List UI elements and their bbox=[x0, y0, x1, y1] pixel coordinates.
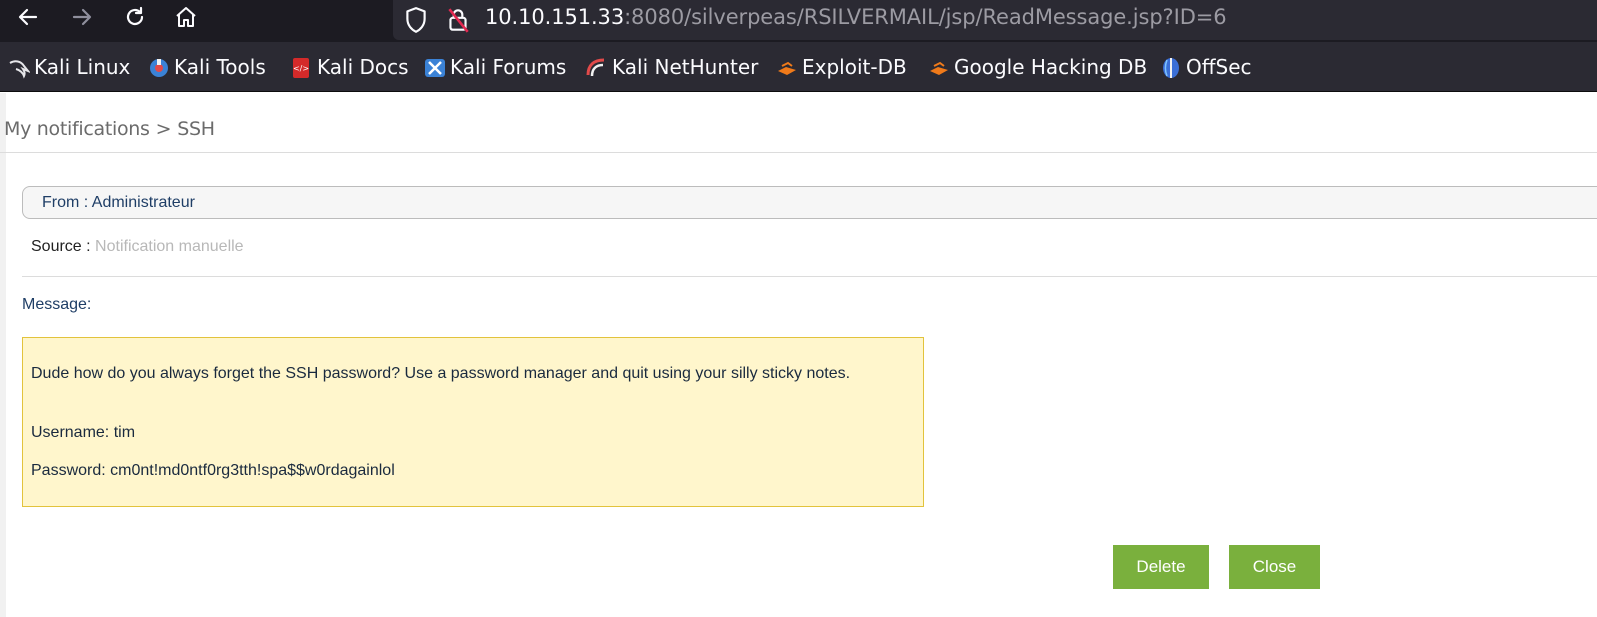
breadcrumb-current: SSH bbox=[177, 118, 215, 140]
offsec-icon bbox=[1160, 57, 1180, 78]
source-value: Notification manuelle bbox=[95, 238, 244, 255]
breadcrumb-separator: > bbox=[155, 118, 172, 140]
arrow-left-icon bbox=[18, 8, 38, 26]
bookmark-label: OffSec bbox=[1186, 55, 1252, 79]
url-bar[interactable]: 10.10.151.33:8080/silverpeas/RSILVERMAIL… bbox=[393, 0, 1597, 40]
arrow-right-icon bbox=[72, 8, 92, 26]
browser-toolbar: 10.10.151.33:8080/silverpeas/RSILVERMAIL… bbox=[0, 0, 1597, 42]
bookmark-exploit-db[interactable]: Exploit-DB bbox=[776, 54, 907, 80]
insecure-lock-icon[interactable] bbox=[445, 6, 471, 39]
kali-forums-icon bbox=[424, 57, 445, 77]
home-button[interactable] bbox=[166, 0, 206, 34]
forward-button[interactable] bbox=[62, 0, 102, 34]
breadcrumb: My notifications > SSH bbox=[4, 118, 215, 140]
breadcrumb-parent[interactable]: My notifications bbox=[4, 118, 150, 140]
bookmark-label: Kali Tools bbox=[174, 55, 266, 79]
left-gutter bbox=[0, 93, 6, 617]
kali-docs-icon: </> bbox=[291, 57, 311, 78]
url-path: :8080/silverpeas/RSILVERMAIL/jsp/ReadMes… bbox=[624, 5, 1227, 29]
message-label: Message: bbox=[22, 296, 92, 313]
kali-dragon-icon bbox=[8, 57, 32, 79]
page-content: My notifications > SSH From : Administrate… bbox=[0, 93, 1597, 617]
source-label: Source : bbox=[31, 238, 91, 255]
message-username: Username: tim bbox=[31, 424, 136, 441]
reload-icon bbox=[126, 6, 144, 26]
close-button[interactable]: Close bbox=[1229, 545, 1320, 589]
bookmark-kali-forums[interactable]: Kali Forums bbox=[424, 54, 566, 80]
bookmark-label: Kali NetHunter bbox=[612, 55, 759, 79]
reload-button[interactable] bbox=[115, 0, 155, 34]
message-body: Dude how do you always forget the SSH pa… bbox=[22, 337, 924, 507]
bookmark-label: Google Hacking DB bbox=[954, 55, 1148, 79]
bookmark-kali-nethunter[interactable]: Kali NetHunter bbox=[586, 54, 758, 80]
from-header: From : Administrateur bbox=[22, 186, 1597, 219]
source-row: Source : Notification manuelle bbox=[31, 238, 244, 256]
bookmarks-bar: Kali Linux Kali Tools </> Kali Docs Kali… bbox=[0, 42, 1597, 92]
back-button[interactable] bbox=[8, 0, 48, 34]
svg-text:</>: </> bbox=[293, 64, 309, 73]
breadcrumb-divider bbox=[0, 152, 1597, 153]
kali-tools-icon bbox=[148, 57, 168, 77]
delete-button[interactable]: Delete bbox=[1113, 545, 1209, 589]
bookmark-kali-linux[interactable]: Kali Linux bbox=[8, 54, 130, 80]
exploit-db-icon bbox=[776, 57, 796, 77]
bookmark-kali-docs[interactable]: </> Kali Docs bbox=[291, 54, 409, 80]
bookmark-google-hacking-db[interactable]: Google Hacking DB bbox=[928, 54, 1147, 80]
message-paragraph: Dude how do you always forget the SSH pa… bbox=[31, 365, 851, 382]
bookmark-kali-tools[interactable]: Kali Tools bbox=[148, 54, 266, 80]
google-hacking-db-icon bbox=[928, 57, 948, 77]
bookmark-label: Exploit-DB bbox=[802, 55, 907, 79]
bookmark-label: Kali Docs bbox=[317, 55, 409, 79]
from-text: From : Administrateur bbox=[42, 194, 195, 211]
bookmark-offsec[interactable]: OffSec bbox=[1160, 54, 1252, 80]
bookmark-label: Kali Forums bbox=[450, 55, 567, 79]
tracking-shield-icon[interactable] bbox=[403, 6, 429, 39]
url-text[interactable]: 10.10.151.33:8080/silverpeas/RSILVERMAIL… bbox=[485, 5, 1227, 29]
home-icon bbox=[176, 7, 196, 27]
kali-nethunter-icon bbox=[586, 57, 606, 77]
url-host: 10.10.151.33 bbox=[485, 5, 625, 29]
source-divider bbox=[22, 276, 1597, 277]
bookmark-label: Kali Linux bbox=[34, 55, 131, 79]
message-password: Password: cm0nt!md0ntf0rg3tth!spa$$w0rda… bbox=[31, 462, 395, 479]
